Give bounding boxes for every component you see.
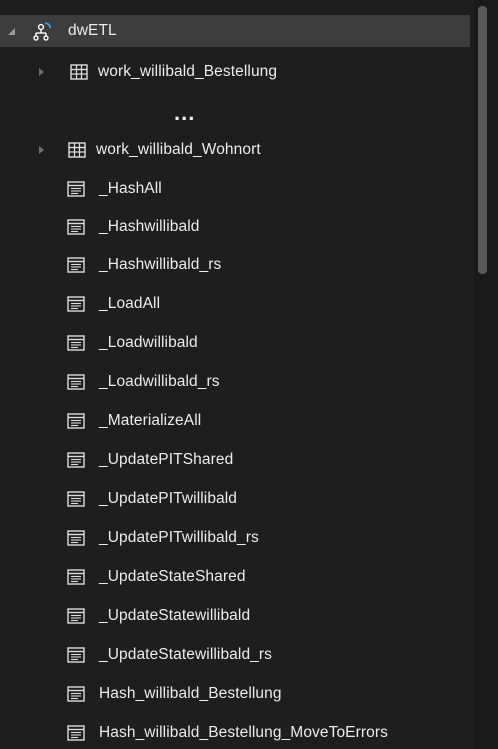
stored-procedure-icon: [67, 725, 85, 741]
stored-procedure-icon: [67, 219, 85, 235]
stored-procedure-icon: [67, 452, 85, 468]
tree-item-label: _UpdatePITwillibald: [99, 490, 238, 507]
tree-item-table[interactable]: work_willibald_Bestellung: [0, 57, 470, 87]
tree-item-label: _UpdatePITShared: [99, 451, 234, 468]
collapsed-arrow-icon[interactable]: [36, 67, 46, 77]
tree-item-stored-procedure[interactable]: _HashAll: [0, 174, 470, 204]
stored-procedure-icon: [67, 647, 85, 663]
expanded-arrow-icon[interactable]: [6, 26, 16, 36]
tree-item-stored-procedure[interactable]: _UpdatePITShared: [0, 445, 470, 475]
tree-item-label: work_willibald_Bestellung: [98, 63, 278, 80]
stored-procedure-icon: [67, 530, 85, 546]
tree-item-label: _Loadwillibald: [99, 334, 198, 351]
tree-item-stored-procedure[interactable]: Hash_willibald_Bestellung_MoveToErrors: [0, 718, 470, 748]
tree-item-label: work_willibald_Wohnort: [96, 141, 261, 158]
tree-item-stored-procedure[interactable]: _UpdateStateShared: [0, 562, 470, 592]
stored-procedure-icon: [67, 335, 85, 351]
tree-item-stored-procedure[interactable]: _MaterializeAll: [0, 406, 470, 436]
tree-item-label: _Hashwillibald_rs: [99, 256, 222, 273]
tree-item-label: _Hashwillibald: [99, 218, 200, 235]
table-icon: [70, 64, 88, 80]
tree-item-stored-procedure[interactable]: _Hashwillibald_rs: [0, 250, 470, 280]
ellipsis: ...: [174, 100, 196, 125]
stored-procedure-icon: [67, 608, 85, 624]
tree-item-label: Hash_willibald_Bestellung: [99, 685, 282, 702]
stored-procedure-icon: [67, 374, 85, 390]
tree-item-label: _UpdateStatewillibald_rs: [99, 646, 272, 663]
tree-item-label: _UpdateStateShared: [99, 568, 246, 585]
stored-procedure-icon: [67, 296, 85, 312]
tree-item-stored-procedure[interactable]: _Hashwillibald: [0, 212, 470, 242]
stored-procedure-icon: [67, 413, 85, 429]
tree-item-label: _HashAll: [99, 180, 162, 197]
tree-item-label: _LoadAll: [99, 295, 161, 312]
tree-item-label: _UpdatePITwillibald_rs: [99, 529, 259, 546]
solution-explorer-panel: dwETL work_willibald_Bestellung ... work…: [0, 0, 498, 749]
stored-procedure-icon: [67, 686, 85, 702]
tree-item-stored-procedure[interactable]: _UpdatePITwillibald: [0, 484, 470, 514]
collapsed-arrow-icon[interactable]: [36, 145, 46, 155]
tree-item-label: _UpdateStatewillibald: [99, 607, 251, 624]
tree-root-dwetl[interactable]: dwETL: [0, 15, 470, 47]
tree-item-label: _MaterializeAll: [99, 412, 202, 429]
tree-item-label: Hash_willibald_Bestellung_MoveToErrors: [99, 724, 388, 741]
stored-procedure-icon: [67, 257, 85, 273]
tree-item-stored-procedure[interactable]: _Loadwillibald: [0, 328, 470, 358]
table-icon: [68, 142, 86, 158]
tree-item-stored-procedure[interactable]: _UpdatePITwillibald_rs: [0, 523, 470, 553]
tree-item-stored-procedure[interactable]: Hash_willibald_Bestellung: [0, 679, 470, 709]
stored-procedure-icon: [67, 491, 85, 507]
tree-item-stored-procedure[interactable]: _UpdateStatewillibald: [0, 601, 470, 631]
database-schema-icon: [32, 22, 52, 42]
tree-item-stored-procedure[interactable]: _LoadAll: [0, 289, 470, 319]
tree-item-label: _Loadwillibald_rs: [99, 373, 220, 390]
vertical-scrollbar-thumb[interactable]: [478, 6, 487, 274]
stored-procedure-icon: [67, 181, 85, 197]
stored-procedure-icon: [67, 569, 85, 585]
tree-item-table[interactable]: work_willibald_Wohnort: [0, 135, 470, 165]
tree-item-stored-procedure[interactable]: _UpdateStatewillibald_rs: [0, 640, 470, 670]
tree-root-label: dwETL: [68, 22, 117, 39]
tree-item-stored-procedure[interactable]: _Loadwillibald_rs: [0, 367, 470, 397]
